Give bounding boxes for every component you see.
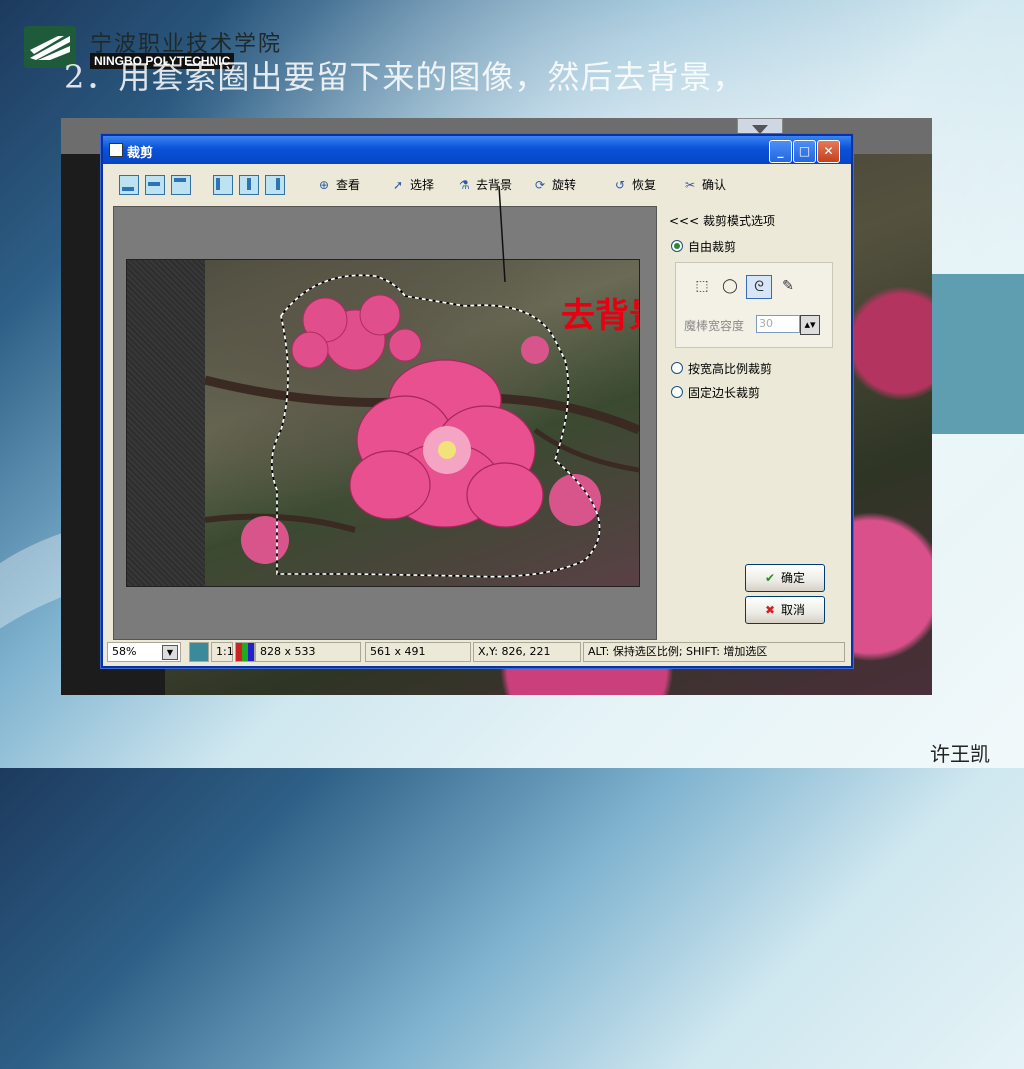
radio-fixed-crop-label: 固定边长裁剪 [688,386,761,400]
cancel-button-label: 取消 [781,603,806,617]
radio-aspect-crop-label: 按宽高比例裁剪 [688,362,773,376]
ellipse-select-icon[interactable]: ◯ [718,275,742,297]
ok-button[interactable]: ✔ 确定 [745,564,825,592]
crop-app-icon [109,143,123,157]
status-bar: 58% ▼ 1:1 828 x 533 561 x 491 X,Y: 826, 2… [105,642,849,662]
screenshot-frame: 裁剪 _ □ ✕ ⊕ 查看 ➚ 选择 ⚗ 去背景 ⟳ 旋转 ↺ 恢复 ✂ 确认 [61,118,932,695]
close-button[interactable]: ✕ [817,140,840,163]
restore-button[interactable]: ↺ 恢复 [615,176,656,193]
paint-bucket-icon: ⚗ [459,178,470,192]
layout-button-5[interactable] [239,175,259,195]
image-preview[interactable]: 去背景 [126,259,640,587]
minimize-button[interactable]: _ [769,140,792,163]
restore-label: 恢复 [632,178,657,192]
lasso-select-icon[interactable]: ᘓ [746,275,772,299]
cross-icon: ✖ [764,603,776,617]
radio-unselected-icon [671,362,683,374]
zoom-select[interactable]: 58% ▼ [107,642,181,662]
rotate-icon: ⟳ [535,178,546,192]
rotate-button[interactable]: ⟳ 旋转 [535,176,576,193]
layout-button-2[interactable] [145,175,165,195]
layout-button-3[interactable] [171,175,191,195]
crop-dialog: 裁剪 _ □ ✕ ⊕ 查看 ➚ 选择 ⚗ 去背景 ⟳ 旋转 ↺ 恢复 ✂ 确认 [101,134,853,668]
toolbar: ⊕ 查看 ➚ 选择 ⚗ 去背景 ⟳ 旋转 ↺ 恢复 ✂ 确认 [109,168,845,200]
zoom-icon: ⊕ [319,178,330,192]
radio-free-crop[interactable]: 自由裁剪 [671,238,736,255]
color-grid-icon[interactable] [235,642,255,662]
image-size-field: 828 x 533 [255,642,361,662]
layout-button-4[interactable] [213,175,233,195]
layout-button-1[interactable] [119,175,139,195]
annotation-label: 去背景 [561,296,639,336]
key-hint-field: ALT: 保持选区比例; SHIFT: 增加选区 [583,642,845,662]
select-tool-label: 选择 [410,178,435,192]
select-tool-button[interactable]: ➚ 选择 [393,176,434,193]
radio-free-crop-label: 自由裁剪 [688,240,737,254]
fit-image-icon[interactable] [189,642,209,662]
slide-title: 2．用套索圈出要留下来的图像，然后去背景， [64,58,746,96]
scissors-icon: ✂ [685,178,696,192]
confirm-tool-label: 确认 [702,178,727,192]
remove-background-label: 去背景 [476,178,513,192]
author-signature: 许王凯 [930,742,990,766]
maximize-button[interactable]: □ [793,140,816,163]
radio-selected-icon [671,240,683,252]
rect-select-icon[interactable]: ⬚ [690,275,714,297]
decorative-teal-block [932,274,1024,434]
checkmark-icon: ✔ [764,571,776,585]
radio-aspect-crop[interactable]: 按宽高比例裁剪 [671,360,772,377]
radio-unselected-icon [671,386,683,398]
undo-icon: ↺ [615,178,626,192]
view-tool-button[interactable]: ⊕ 查看 [319,176,360,193]
dialog-title: 裁剪 [127,146,154,161]
image-canvas[interactable]: 去背景 [113,206,657,640]
view-tool-label: 查看 [336,178,361,192]
chevron-down-icon[interactable]: ▼ [162,645,178,660]
rotate-label: 旋转 [552,178,577,192]
dialog-titlebar[interactable]: 裁剪 _ □ ✕ [103,136,851,164]
magic-wand-icon[interactable]: ✎ [776,275,800,297]
image-dimmed-area [127,260,205,586]
confirm-tool-button[interactable]: ✂ 确认 [685,176,726,193]
cancel-button[interactable]: ✖ 取消 [745,596,825,624]
cursor-coords-field: X,Y: 826, 221 [473,642,581,662]
zoom-value: 58% [112,645,137,658]
flower-photo: 去背景 [205,260,639,586]
tolerance-input[interactable]: 30 [756,315,800,333]
selection-tools-group: ⬚ ◯ ᘓ ✎ 魔棒宽容度 30 ▴▾ [675,262,833,348]
remove-background-button[interactable]: ⚗ 去背景 [459,176,512,193]
tolerance-label: 魔棒宽容度 [684,319,745,333]
actual-size-button[interactable]: 1:1 [211,642,234,662]
crop-mode-panel: <<< 裁剪模式选项 自由裁剪 ⬚ ◯ ᘓ ✎ 魔棒宽容度 30 ▴▾ 按宽高比… [663,206,845,638]
tolerance-stepper-icon[interactable]: ▴▾ [800,315,820,335]
selection-size-field: 561 x 491 [365,642,471,662]
pointer-icon: ➚ [393,178,404,192]
crop-mode-title[interactable]: <<< 裁剪模式选项 [669,212,775,229]
ok-button-label: 确定 [781,571,806,585]
radio-fixed-crop[interactable]: 固定边长裁剪 [671,384,760,401]
layout-button-6[interactable] [265,175,285,195]
